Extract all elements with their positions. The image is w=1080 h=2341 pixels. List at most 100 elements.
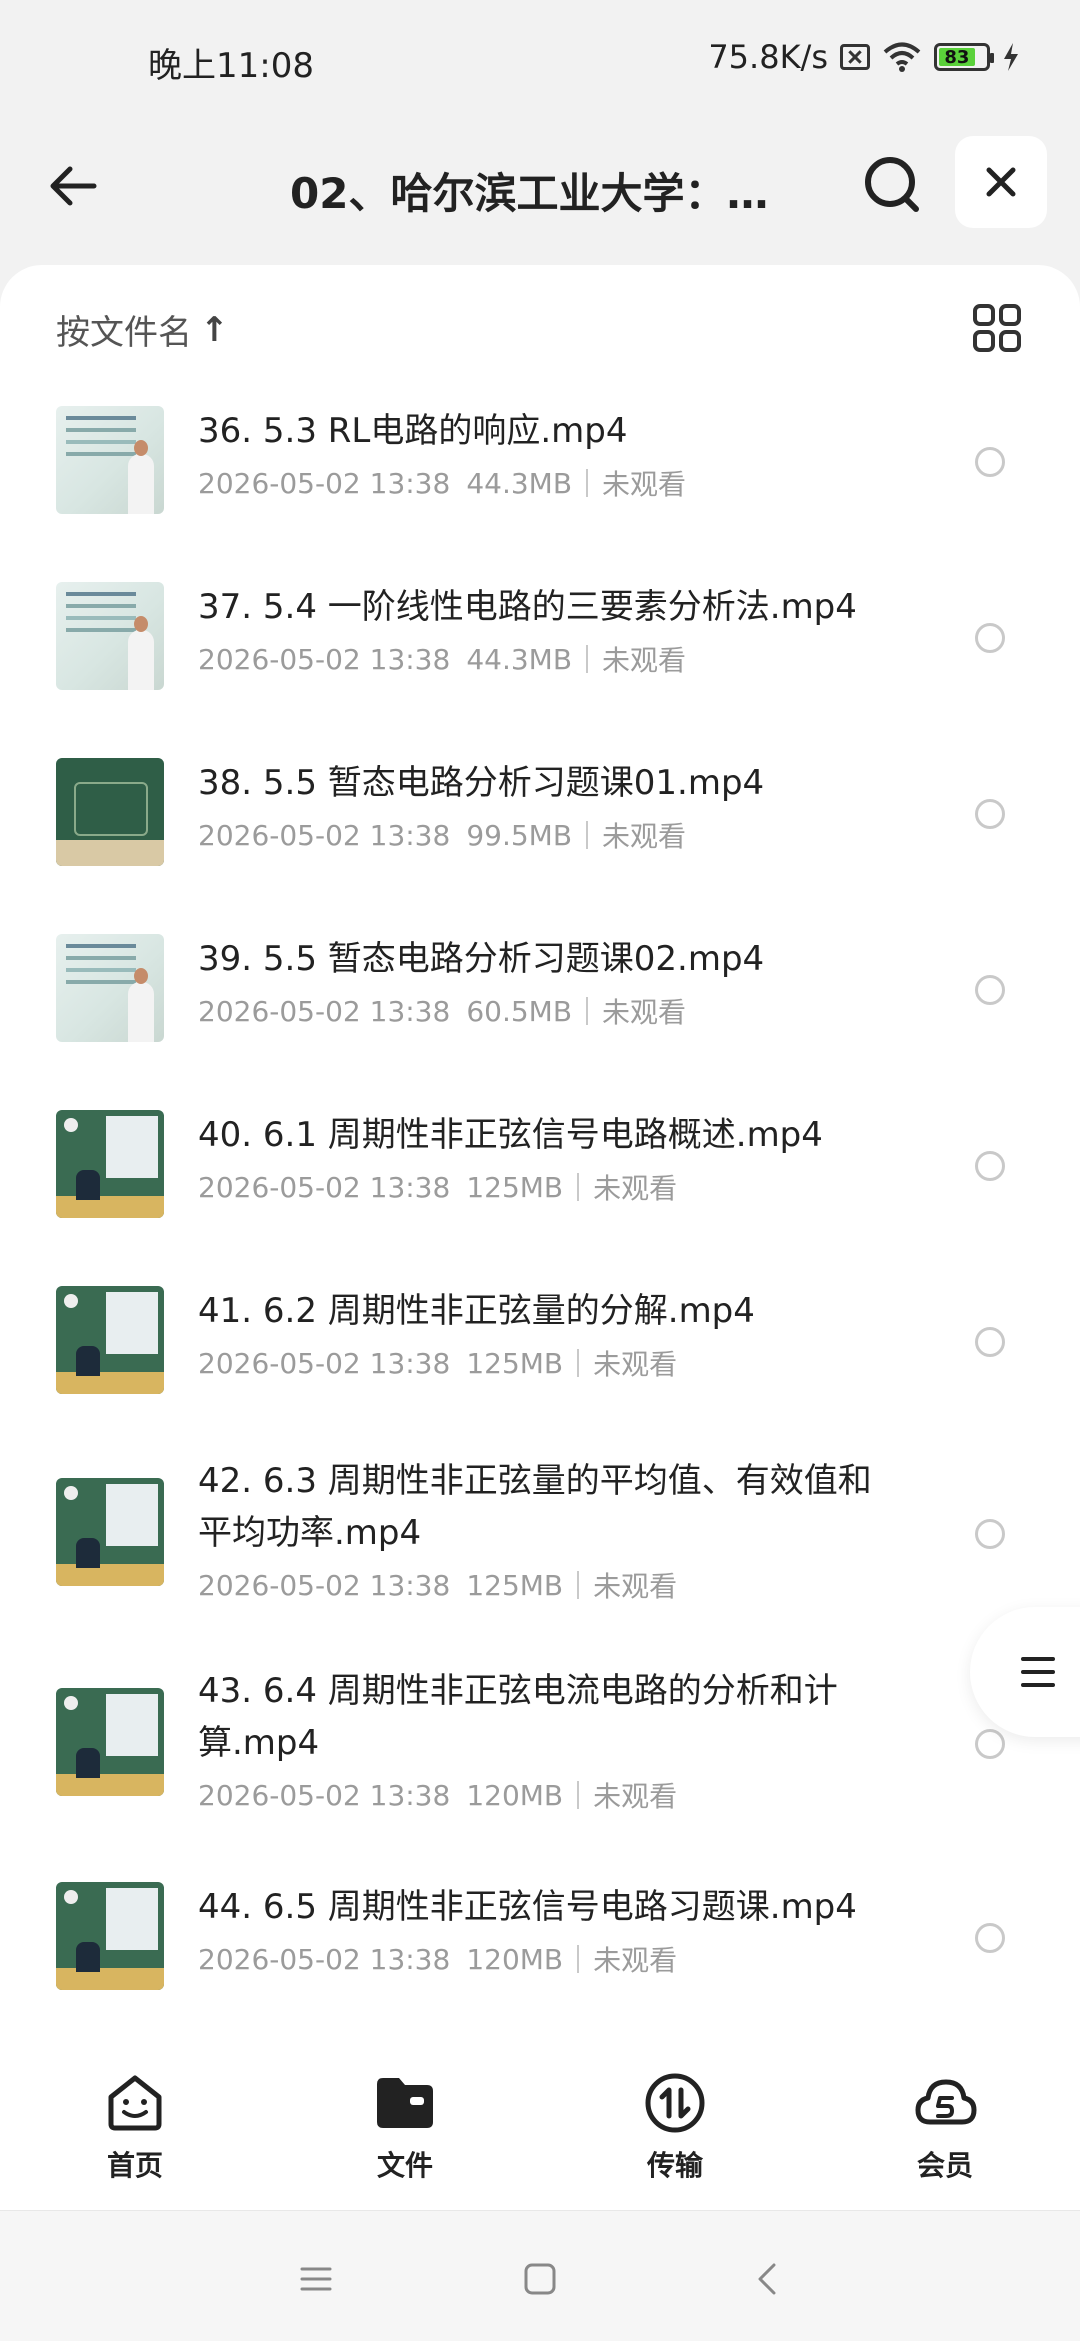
vip-cloud-icon [915,2079,977,2125]
file-date: 2026-05-02 13:38 [198,1942,451,1976]
search-icon[interactable] [858,150,928,220]
watch-status: 未观看 [593,1172,678,1205]
watch-status: 未观看 [602,996,687,1029]
file-name: 40. 6.1 周期性非正弦信号电路概述.mp4 [198,1115,823,1155]
file-size: 44.3MB [466,642,573,676]
file-name: 37. 5.4 一阶线性电路的三要素分析法.mp4 [198,587,857,627]
video-thumbnail [56,1478,164,1586]
file-size: 125MB [466,1346,564,1380]
select-radio[interactable] [975,623,1005,653]
nav-item-files[interactable]: 文件 [270,2040,540,2210]
file-size: 120MB [466,1942,564,1976]
select-radio[interactable] [975,447,1005,477]
page-title: 02、哈尔滨工业大学：... [290,169,770,218]
select-radio[interactable] [975,1729,1005,1759]
divider [577,1349,580,1377]
video-thumbnail [56,1286,164,1394]
watch-status: 未观看 [602,644,687,677]
file-date: 2026-05-02 13:38 [198,1346,451,1380]
file-size: 125MB [466,1170,564,1204]
file-meta: 2026-05-02 13:38 99.5MB 未观看 [198,815,686,855]
status-time: 晚上11:08 [148,46,314,86]
no-sim-icon [840,44,870,70]
list-item[interactable]: 44. 6.5 周期性非正弦信号电路习题课.mp4 2026-05-02 13:… [0,1861,1080,2037]
file-date: 2026-05-02 13:38 [198,818,451,852]
charging-icon [1004,43,1018,71]
list-item[interactable]: 36. 5.3 RL电路的响应.mp4 2026-05-02 13:38 44.… [0,385,1080,561]
divider [577,1173,580,1201]
file-date: 2026-05-02 13:38 [198,466,451,500]
file-size: 60.5MB [466,994,573,1028]
wifi-icon [883,42,921,72]
file-date: 2026-05-02 13:38 [198,642,451,676]
divider [586,821,589,849]
bottom-nav: 首页 文件 传输 会员 [0,2040,1080,2210]
file-name: 43. 6.4 周期性非正弦电流电路的分析和计算.mp4 [198,1671,838,1763]
file-meta: 2026-05-02 13:38 125MB 未观看 [198,1565,677,1605]
grid-view-icon[interactable] [972,303,1022,353]
file-meta: 2026-05-02 13:38 44.3MB 未观看 [198,463,686,503]
select-radio[interactable] [975,799,1005,829]
home-face-icon [108,2075,162,2131]
status-bar: 晚上11:08 75.8K/s 83 [0,0,1080,120]
file-meta: 2026-05-02 13:38 60.5MB 未观看 [198,991,686,1031]
list-item[interactable]: 41. 6.2 周期性非正弦量的分解.mp4 2026-05-02 13:38 … [0,1265,1080,1441]
folder-icon [377,2078,433,2128]
file-size: 120MB [466,1778,564,1812]
file-meta: 2026-05-02 13:38 120MB 未观看 [198,1775,677,1815]
list-item[interactable]: 39. 5.5 暂态电路分析习题课02.mp4 2026-05-02 13:38… [0,913,1080,1089]
watch-status: 未观看 [593,1570,678,1603]
nav-item-transfer[interactable]: 传输 [540,2040,810,2210]
divider [586,469,589,497]
battery-level: 83 [939,47,975,68]
file-date: 2026-05-02 13:38 [198,1170,451,1204]
video-thumbnail [56,1882,164,1990]
video-thumbnail [56,1688,164,1796]
sort-label: 按文件名 [56,313,192,353]
recent-apps-icon[interactable] [296,2259,336,2299]
file-name: 36. 5.3 RL电路的响应.mp4 [198,411,628,451]
file-date: 2026-05-02 13:38 [198,994,451,1028]
battery-icon: 83 [934,43,994,71]
close-icon [986,167,1016,197]
list-item[interactable]: 42. 6.3 周期性非正弦量的平均值、有效值和平均功率.mp4 2026-05… [0,1441,1080,1651]
nav-label: 文件 [376,2149,433,2182]
file-name: 42. 6.3 周期性非正弦量的平均值、有效值和平均功率.mp4 [198,1461,872,1553]
back-arrow-icon[interactable] [44,156,104,216]
video-thumbnail [56,1110,164,1218]
nav-item-home[interactable]: 首页 [0,2040,270,2210]
close-button[interactable] [955,136,1047,228]
home-square-icon[interactable] [520,2259,560,2299]
file-size: 99.5MB [466,818,573,852]
select-radio[interactable] [975,1151,1005,1181]
file-date: 2026-05-02 13:38 [198,1568,451,1602]
file-name: 38. 5.5 暂态电路分析习题课01.mp4 [198,763,765,803]
watch-status: 未观看 [602,468,687,501]
back-triangle-icon[interactable] [748,2259,788,2299]
list-item[interactable]: 37. 5.4 一阶线性电路的三要素分析法.mp4 2026-05-02 13:… [0,561,1080,737]
list-item[interactable]: 38. 5.5 暂态电路分析习题课01.mp4 2026-05-02 13:38… [0,737,1080,913]
header: 02、哈尔滨工业大学：... [0,120,1080,260]
select-radio[interactable] [975,1519,1005,1549]
network-speed: 75.8K/s [708,38,828,76]
sort-toggle[interactable]: 按文件名 ↑ [56,305,229,354]
nav-label: 传输 [646,2149,703,2182]
list-item[interactable]: 40. 6.1 周期性非正弦信号电路概述.mp4 2026-05-02 13:3… [0,1089,1080,1265]
nav-item-vip[interactable]: 会员 [810,2040,1080,2210]
select-radio[interactable] [975,1923,1005,1953]
transfer-icon [645,2073,705,2133]
list-item[interactable]: 43. 6.4 周期性非正弦电流电路的分析和计算.mp4 2026-05-02 … [0,1651,1080,1861]
select-radio[interactable] [975,975,1005,1005]
file-name: 39. 5.5 暂态电路分析习题课02.mp4 [198,939,765,979]
divider [586,645,589,673]
file-size: 125MB [466,1568,564,1602]
video-thumbnail [56,406,164,514]
sort-arrow-icon: ↑ [200,309,229,350]
file-meta: 2026-05-02 13:38 120MB 未观看 [198,1939,677,1979]
file-name: 41. 6.2 周期性非正弦量的分解.mp4 [198,1291,755,1331]
file-meta: 2026-05-02 13:38 125MB 未观看 [198,1343,677,1383]
divider [577,1571,580,1599]
video-thumbnail [56,582,164,690]
select-radio[interactable] [975,1327,1005,1357]
watch-status: 未观看 [593,1348,678,1381]
